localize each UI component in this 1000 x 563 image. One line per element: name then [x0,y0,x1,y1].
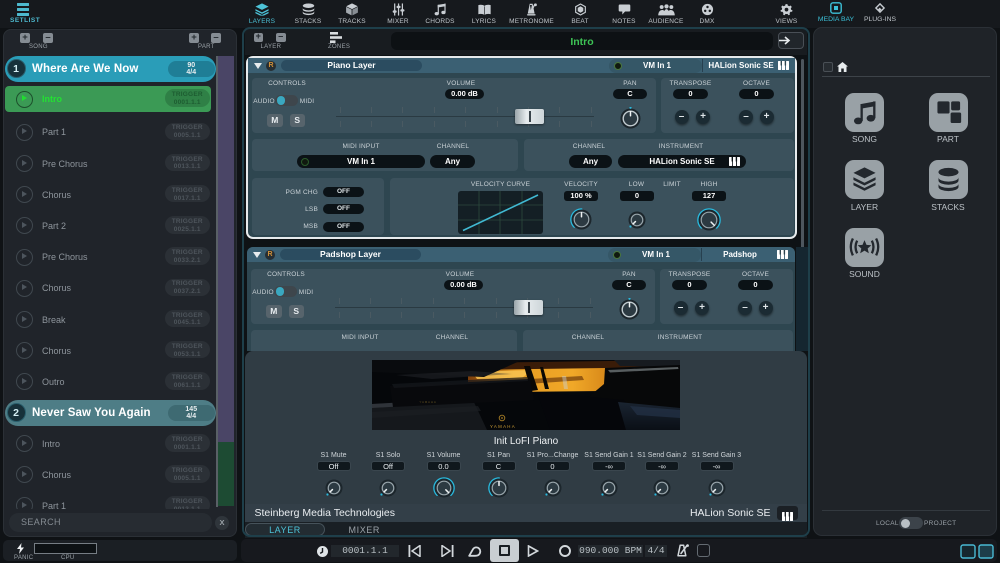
svg-text:YAMAHA: YAMAHA [489,424,515,429]
svg-text:YAMAHA: YAMAHA [419,400,436,404]
